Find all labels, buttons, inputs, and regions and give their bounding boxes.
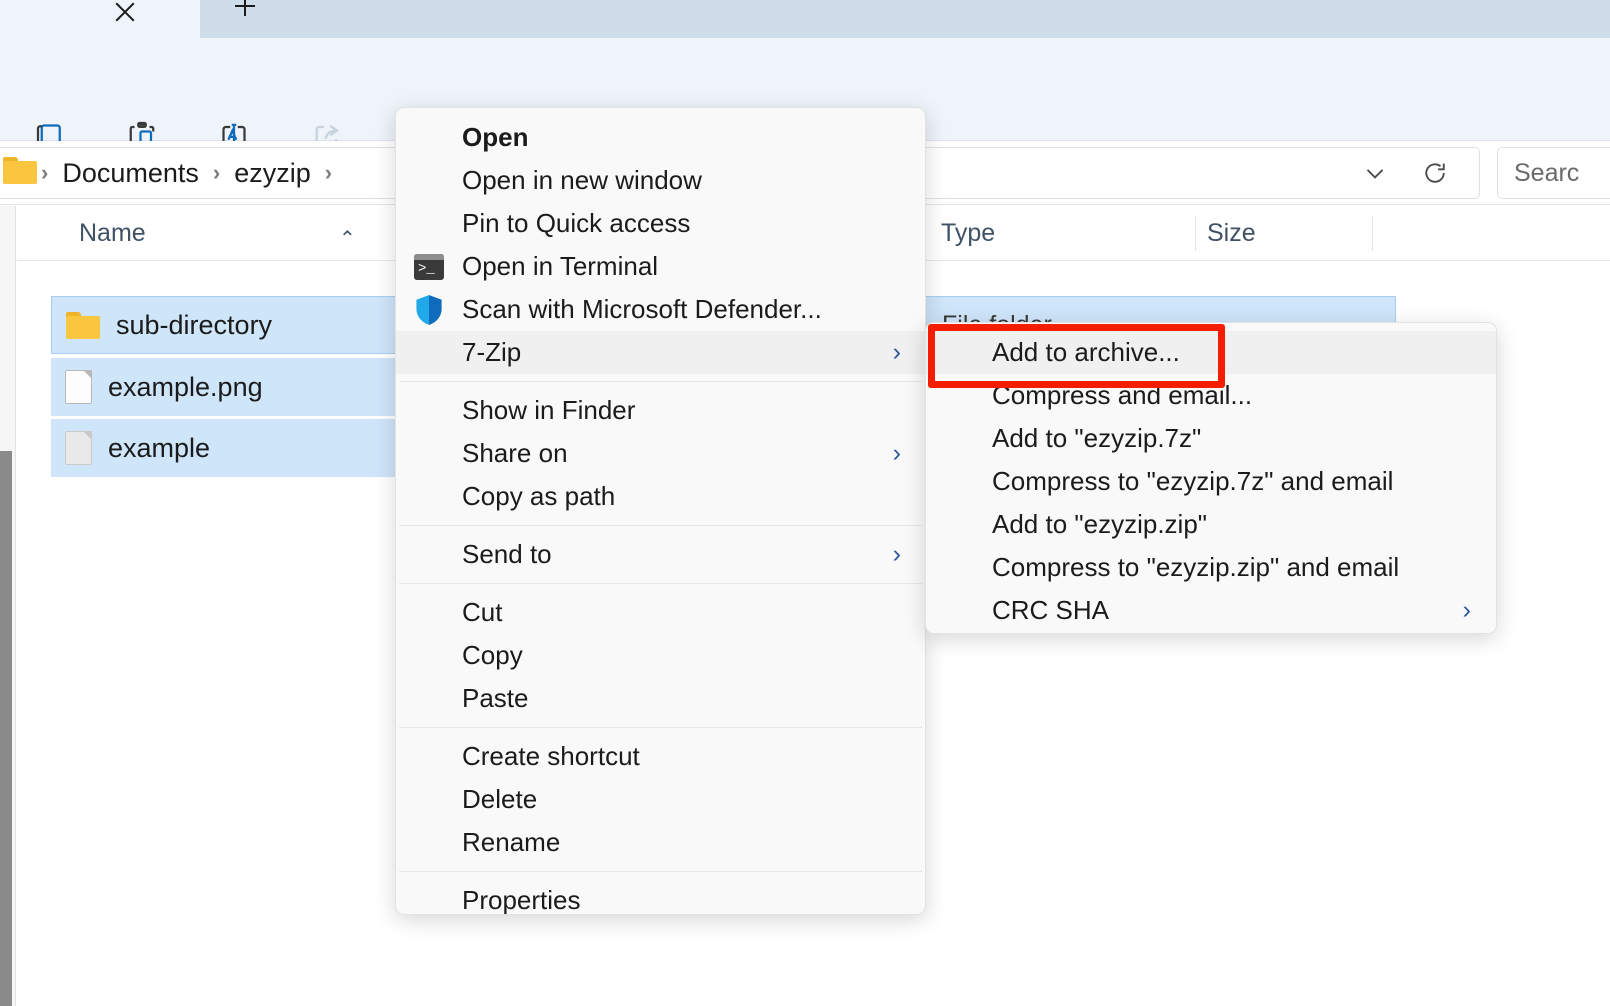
menu-item-scan-with-defender[interactable]: Scan with Microsoft Defender...: [396, 288, 925, 331]
menu-separator: [399, 583, 922, 584]
breadcrumb-separator: ›: [209, 160, 224, 186]
menu-separator: [399, 727, 922, 728]
submenu-item-crc-sha[interactable]: CRC SHA ›: [926, 589, 1496, 632]
browser-tab[interactable]: [200, 0, 1610, 38]
menu-item-send-to[interactable]: Send to ›: [396, 533, 925, 576]
menu-item-copy[interactable]: Copy: [396, 634, 925, 677]
file-icon: [65, 431, 92, 465]
seven-zip-submenu: Add to archive... Compress and email... …: [925, 322, 1497, 634]
submenu-item-add-to-zip[interactable]: Add to "ezyzip.zip": [926, 503, 1496, 546]
sort-indicator-icon: ⌃: [339, 226, 356, 251]
submenu-item-add-to-7z[interactable]: Add to "ezyzip.7z": [926, 417, 1496, 460]
submenu-item-add-to-archive[interactable]: Add to archive...: [926, 331, 1496, 374]
chevron-right-icon: ›: [893, 338, 901, 367]
column-header-type[interactable]: Type: [941, 206, 995, 261]
close-icon[interactable]: [105, 0, 145, 32]
menu-item-open-in-new-window[interactable]: Open in new window: [396, 159, 925, 202]
chevron-right-icon: ›: [893, 540, 901, 569]
menu-item-show-in-finder[interactable]: Show in Finder: [396, 389, 925, 432]
menu-item-paste[interactable]: Paste: [396, 677, 925, 720]
submenu-item-compress-to-7z-and-email[interactable]: Compress to "ezyzip.7z" and email: [926, 460, 1496, 503]
menu-separator: [399, 871, 922, 872]
context-menu: Open Open in new window Pin to Quick acc…: [395, 107, 926, 915]
submenu-item-compress-to-zip-and-email[interactable]: Compress to "ezyzip.zip" and email: [926, 546, 1496, 589]
menu-item-properties[interactable]: Properties: [396, 879, 925, 915]
file-name: example: [108, 433, 210, 464]
breadcrumb-separator: ›: [321, 160, 336, 186]
column-header-name[interactable]: Name: [79, 206, 146, 261]
plus-icon[interactable]: [228, 0, 262, 26]
breadcrumb-item-documents[interactable]: Documents: [52, 156, 209, 191]
submenu-item-compress-and-email[interactable]: Compress and email...: [926, 374, 1496, 417]
nav-scrollbar[interactable]: [0, 451, 12, 1006]
column-header-size[interactable]: Size: [1207, 206, 1256, 261]
menu-item-copy-as-path[interactable]: Copy as path: [396, 475, 925, 518]
chevron-down-icon[interactable]: [1355, 153, 1395, 193]
menu-separator: [399, 525, 922, 526]
folder-icon: [66, 312, 100, 339]
file-name: example.png: [108, 372, 263, 403]
menu-item-create-shortcut[interactable]: Create shortcut: [396, 735, 925, 778]
breadcrumb-item-ezyzip[interactable]: ezyzip: [224, 156, 321, 191]
file-name: sub-directory: [116, 310, 272, 341]
file-icon: [65, 370, 92, 404]
menu-item-pin-to-quick-access[interactable]: Pin to Quick access: [396, 202, 925, 245]
menu-item-7-zip[interactable]: 7-Zip ›: [396, 331, 925, 374]
breadcrumb-separator: ›: [37, 160, 52, 186]
navigation-pane: [0, 206, 16, 1006]
tab-strip: [0, 0, 1610, 45]
menu-item-open-in-terminal[interactable]: >_ Open in Terminal: [396, 245, 925, 288]
terminal-icon: >_: [412, 250, 446, 284]
menu-item-delete[interactable]: Delete: [396, 778, 925, 821]
chevron-right-icon: ›: [1463, 596, 1471, 625]
menu-item-share-on[interactable]: Share on ›: [396, 432, 925, 475]
shield-icon: [412, 293, 446, 327]
search-input[interactable]: Searc: [1497, 147, 1610, 199]
menu-item-rename[interactable]: Rename: [396, 821, 925, 864]
refresh-icon[interactable]: [1415, 153, 1455, 193]
menu-separator: [399, 381, 922, 382]
chevron-right-icon: ›: [893, 439, 901, 468]
folder-icon: [3, 157, 37, 189]
menu-item-cut[interactable]: Cut: [396, 591, 925, 634]
menu-item-open[interactable]: Open: [396, 116, 925, 159]
